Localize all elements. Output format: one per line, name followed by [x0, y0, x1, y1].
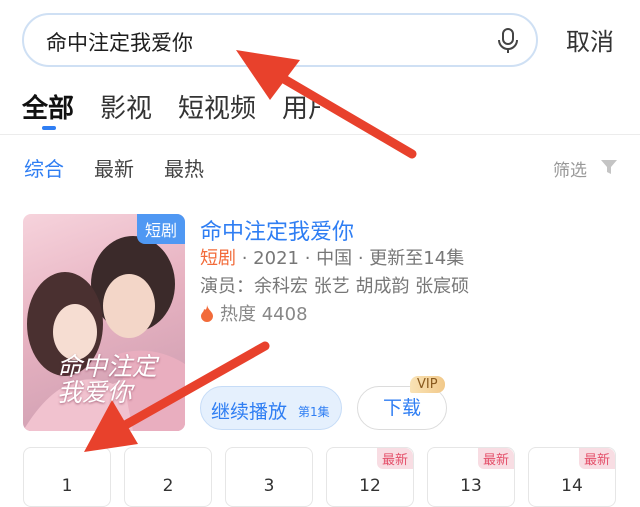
poster-title-art: 命中注定 我爱你	[57, 352, 158, 407]
cancel-button[interactable]: 取消	[566, 22, 614, 57]
tab-film-tv[interactable]: 影视	[100, 88, 152, 125]
meta-details: · 2021 · 中国 · 更新至14集	[236, 248, 465, 269]
active-tab-indicator	[42, 126, 56, 130]
filter-button[interactable]: 筛选	[553, 156, 587, 181]
episode-number: 14	[561, 476, 583, 496]
funnel-icon[interactable]	[600, 158, 618, 176]
latest-badge: 最新	[477, 448, 514, 469]
episode-number: 1	[61, 476, 73, 496]
episode-13[interactable]: 最新 13	[427, 447, 515, 507]
episode-3[interactable]: 3	[225, 447, 313, 507]
heat-line: 热度 4408	[200, 300, 308, 326]
search-box[interactable]: 命中注定我爱你	[22, 13, 538, 67]
tab-users[interactable]: 用户	[282, 88, 320, 125]
heat-value: 热度 4408	[220, 304, 308, 325]
result-title[interactable]: 命中注定我爱你	[200, 214, 354, 246]
continue-play-label: 继续播放	[211, 401, 288, 423]
episode-number: 12	[359, 476, 381, 496]
search-input[interactable]: 命中注定我爱你	[46, 27, 193, 57]
latest-badge: 最新	[376, 448, 413, 469]
genre-label: 短剧	[200, 248, 236, 269]
continue-play-button[interactable]: 继续播放 第1集	[200, 386, 342, 430]
result-meta: 短剧 · 2021 · 中国 · 更新至14集	[200, 244, 464, 270]
poster-image[interactable]: 短剧 命中注定 我爱你	[23, 214, 185, 431]
episode-number: 13	[460, 476, 482, 496]
flame-icon	[201, 305, 213, 322]
divider	[0, 134, 640, 135]
episode-1[interactable]: 1	[23, 447, 111, 507]
episode-progress: 第1集	[298, 405, 330, 419]
microphone-icon[interactable]	[496, 28, 520, 54]
tab-all[interactable]: 全部	[22, 88, 74, 125]
latest-badge: 最新	[578, 448, 615, 469]
filter-hottest[interactable]: 最热	[164, 153, 204, 182]
filter-comprehensive[interactable]: 综合	[24, 153, 64, 182]
tab-short-video[interactable]: 短视频	[178, 88, 256, 125]
short-drama-badge: 短剧	[136, 214, 185, 244]
episode-2[interactable]: 2	[124, 447, 212, 507]
episode-number: 3	[263, 476, 275, 496]
episode-number: 2	[162, 476, 174, 496]
cast-line: 演员：余科宏 张艺 胡成韵 张宸硕	[200, 276, 470, 297]
vip-badge: VIP	[410, 376, 445, 393]
episode-14[interactable]: 最新 14	[528, 447, 616, 507]
filter-latest[interactable]: 最新	[94, 153, 134, 182]
episode-12[interactable]: 最新 12	[326, 447, 414, 507]
